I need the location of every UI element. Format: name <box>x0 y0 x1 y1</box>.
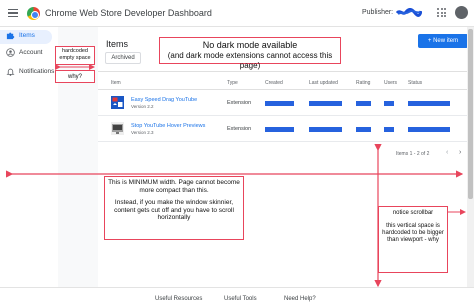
sidebar: Items Account Notifications <box>0 27 58 287</box>
column-header-type[interactable]: Type <box>227 80 238 86</box>
app-title: Chrome Web Store Developer Dashboard <box>45 8 212 18</box>
footer-link-useful-resources[interactable]: Useful Resources <box>155 296 202 302</box>
table-row[interactable]: Stop YouTube Hover Previews Version 2.3 … <box>98 116 474 142</box>
menu-icon[interactable] <box>8 9 18 18</box>
extension-icon <box>6 32 15 40</box>
dashboard-page: Chrome Web Store Developer Dashboard Pub… <box>0 0 474 308</box>
footer: Useful Resources Useful Tools Need Help? <box>0 287 474 308</box>
annotation-scrollbar: notice scrollbar this vertical space is … <box>378 206 448 273</box>
annotation-dark-mode-subtitle: (and dark mode extensions cannot access … <box>167 51 333 70</box>
footer-link-need-help[interactable]: Need Help? <box>284 296 316 302</box>
footer-link-useful-tools[interactable]: Useful Tools <box>224 296 257 302</box>
item-type: Extension <box>227 126 252 132</box>
chevron-right-icon[interactable]: › <box>459 149 461 156</box>
item-name-link[interactable]: Easy Speed Drag YouTube <box>131 97 197 103</box>
annotation-minimum-width: This is MINIMUM width. Page cannot becom… <box>104 176 244 240</box>
redacted-created-bar <box>265 101 294 106</box>
new-item-button[interactable]: + New item <box>418 34 468 48</box>
pagination-text: Items 1 - 2 of 2 <box>396 151 430 157</box>
sidebar-item-label: Items <box>19 32 35 39</box>
avatar[interactable] <box>455 6 468 19</box>
annotation-min-width-text-2: Instead, if you make the window skinnier… <box>114 199 234 221</box>
sidebar-item-label: Notifications <box>19 68 55 75</box>
annotation-scrollbar-text-2: this vertical space is hardcoded to be b… <box>382 223 444 243</box>
tab-archived[interactable]: Archived <box>105 52 141 64</box>
column-header-status[interactable]: Status <box>408 80 422 86</box>
extension-thumbnail-icon <box>111 122 124 135</box>
annotation-why: why? <box>55 70 95 83</box>
divider <box>98 71 474 72</box>
redacted-users-bar <box>384 127 394 132</box>
column-header-item[interactable]: Item <box>111 80 121 86</box>
redacted-created-bar <box>265 127 294 132</box>
annotation-hardcoded-space: hardcoded empty space <box>55 46 95 65</box>
page-title: Items <box>106 39 129 49</box>
sidebar-item-label: Account <box>19 49 43 56</box>
item-version: Version 2.2 <box>131 104 154 109</box>
redacted-status-bar <box>408 127 450 132</box>
item-type: Extension <box>227 100 252 106</box>
item-version: Version 2.3 <box>131 130 154 135</box>
apps-grid-icon[interactable] <box>437 8 446 17</box>
redacted-rating-bar <box>356 127 371 132</box>
column-header-created[interactable]: Created <box>265 80 283 86</box>
redacted-updated-bar <box>309 127 342 132</box>
publisher-label: Publisher: <box>362 9 394 16</box>
annotation-dark-mode-title: No dark mode available <box>202 40 298 50</box>
chevron-left-icon[interactable]: ‹ <box>446 149 448 156</box>
column-header-rating[interactable]: Rating <box>356 80 370 86</box>
annotation-scrollbar-text-1: notice scrollbar <box>392 210 434 216</box>
item-name-link[interactable]: Stop YouTube Hover Previews <box>131 123 205 129</box>
annotation-min-width-text-1: This is MINIMUM width. Page cannot becom… <box>108 179 240 194</box>
sidebar-item-items[interactable]: Items <box>0 30 52 44</box>
top-app-bar: Chrome Web Store Developer Dashboard Pub… <box>0 0 474 27</box>
column-header-last-updated[interactable]: Last updated <box>309 80 338 86</box>
extension-thumbnail-icon <box>111 96 124 109</box>
publisher-redacted-scribble[interactable] <box>396 8 422 17</box>
scrollbar-thumb[interactable] <box>468 29 473 199</box>
redacted-rating-bar <box>356 101 371 106</box>
redacted-users-bar <box>384 101 394 106</box>
column-header-users[interactable]: Users <box>384 80 397 86</box>
table-row[interactable]: Easy Speed Drag YouTube Version 2.2 Exte… <box>98 90 474 116</box>
bell-icon <box>6 68 15 76</box>
chrome-web-store-logo <box>27 7 40 20</box>
account-circle-icon <box>6 48 15 57</box>
annotation-dark-mode: No dark mode available (and dark mode ex… <box>159 37 341 70</box>
vertical-scrollbar[interactable] <box>467 27 474 287</box>
redacted-status-bar <box>408 101 450 106</box>
redacted-updated-bar <box>309 101 342 106</box>
